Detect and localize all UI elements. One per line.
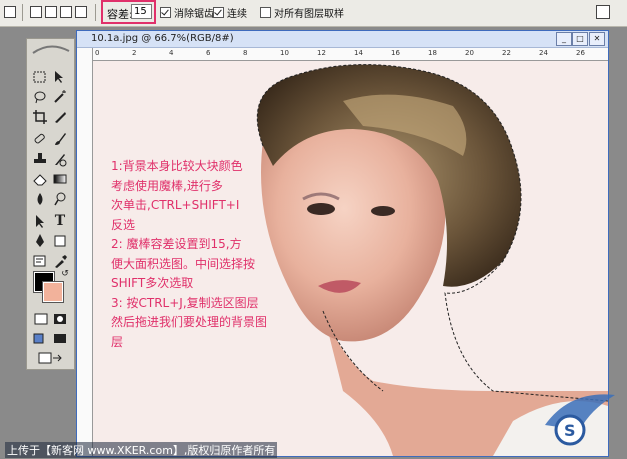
ruler-tick-label: 18 [428,49,437,57]
ruler-tick-label: 4 [169,49,174,57]
background-color-swatch[interactable] [42,281,64,303]
watermark-bar: 上传于【新客网 www.XKER.com】,版权归原作者所有 [0,438,627,459]
path-selection-icon[interactable] [32,213,48,229]
instruction-line: 反选 [111,217,136,232]
jump-to-imageready-icon[interactable] [37,350,65,366]
instruction-line: SHIFT多次选取 [111,276,194,290]
screen-mode-icon[interactable] [33,331,49,347]
gradient-icon[interactable] [52,171,68,187]
instruction-line: 2: 魔棒容差设置到15,方 [111,237,242,251]
anti-alias-label: 消除锯齿 [174,8,214,20]
quick-mask-icon[interactable] [52,311,68,327]
notes-icon[interactable] [32,253,48,269]
ruler-top: 0 2 4 6 8 10 12 14 16 18 20 22 24 26 [93,48,608,61]
add-to-selection-icon[interactable] [45,6,57,18]
shape-icon[interactable] [52,233,68,249]
instruction-line: 层 [111,334,124,349]
ruler-tick-label: 2 [132,49,137,57]
instruction-line: 然后拖进我们要处理的背景图 [111,315,268,329]
ruler-tick-label: 14 [354,49,363,57]
checkbox-icon [260,6,271,18]
move-icon[interactable] [52,69,68,85]
sample-all-layers-label: 对所有图层取样 [274,8,344,20]
clone-stamp-icon[interactable] [32,151,48,167]
lasso-icon[interactable] [32,89,48,105]
tolerance-label: 容差: [107,8,133,21]
ruler-left [77,48,93,456]
options-bar: 容差: 消除锯齿 连续 对所有图层取样 [0,0,627,27]
ruler-tick-label: 26 [576,49,585,57]
toolbox: T ↺ [26,38,75,370]
ruler-tick-label: 0 [95,49,100,57]
document-window: 10.1a.jpg @ 66.7%(RGB/8#) _ □ ✕ 0 2 4 6 8 10 1… [76,30,609,457]
crop-icon[interactable] [32,109,48,125]
toolbox-header-icon [32,45,70,54]
ruler-tick-label: 16 [391,49,400,57]
ruler-tick-label: 24 [539,49,548,57]
pen-icon[interactable] [32,233,48,249]
standard-mode-icon[interactable] [33,311,49,327]
close-icon[interactable]: ✕ [589,32,605,46]
swap-colors-icon[interactable]: ↺ [57,266,73,282]
type-icon[interactable]: T [52,213,68,229]
maximize-icon[interactable]: □ [572,32,588,46]
blur-icon[interactable] [32,191,48,207]
slice-icon[interactable] [52,109,68,125]
minimize-icon[interactable]: _ [556,32,572,46]
subtract-from-selection-icon[interactable] [60,6,72,18]
ruler-tick-label: 20 [465,49,474,57]
ruler-tick-label: 8 [243,49,248,57]
image-canvas[interactable]: 1:背景本身比较大块颜色 考虑使用魔棒,进行多 次单击,CTRL+SHIFT+I… [93,61,608,456]
marquee-icon[interactable] [32,69,48,85]
ruler-tick-label: 10 [280,49,289,57]
tolerance-input[interactable] [131,4,152,19]
magic-wand-preset-icon[interactable] [4,6,16,18]
intersect-selection-icon[interactable] [75,6,87,18]
eraser-icon[interactable] [32,171,48,187]
instruction-line: 3: 按CTRL+J,复制选区图层 [111,295,259,310]
new-selection-icon[interactable] [30,6,42,18]
watermark-text: 上传于【新客网 www.XKER.com】,版权归原作者所有 [5,442,278,458]
instruction-line: 便大面积选图。中间选择按 [111,256,256,271]
anti-alias-checkbox[interactable]: 消除锯齿 [160,6,214,20]
dodge-icon[interactable] [52,191,68,207]
history-brush-icon[interactable] [52,151,68,167]
healing-brush-icon[interactable] [32,131,48,147]
separator [22,4,23,21]
instruction-line: 1:背景本身比较大块颜色 [111,159,243,173]
contiguous-label: 连续 [227,8,247,20]
ruler-tick-label: 6 [206,49,211,57]
document-titlebar[interactable]: 10.1a.jpg @ 66.7%(RGB/8#) _ □ ✕ [77,31,608,48]
palette-well-icon[interactable] [596,5,610,19]
ruler-tick-label: 22 [502,49,511,57]
document-title: 10.1a.jpg @ 66.7%(RGB/8#) [91,33,234,44]
sample-all-layers-checkbox[interactable]: 对所有图层取样 [260,6,344,20]
instruction-line: 考虑使用魔棒,进行多 [111,178,223,193]
checkbox-icon [160,6,171,18]
instruction-notes: 1:背景本身比较大块颜色 考虑使用魔棒,进行多 次单击,CTRL+SHIFT+I… [111,157,276,352]
separator [95,4,96,21]
magic-wand-icon[interactable] [52,89,68,105]
ruler-tick-label: 12 [317,49,326,57]
checkbox-icon [213,6,224,18]
contiguous-checkbox[interactable]: 连续 [213,6,247,20]
instruction-line: 次单击,CTRL+SHIFT+I [111,198,240,212]
brush-icon[interactable] [52,131,68,147]
full-screen-icon[interactable] [52,331,68,347]
